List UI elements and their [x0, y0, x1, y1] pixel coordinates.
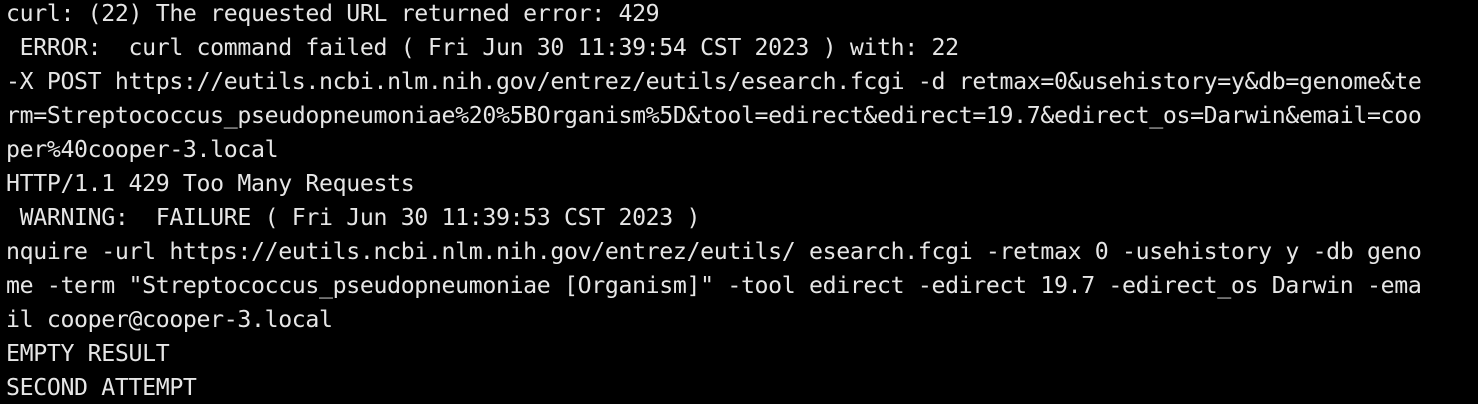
nquire-command-continuation-line: me -term "Streptococcus_pseudopneumoniae…	[6, 272, 1422, 299]
post-request-continuation-line: per%40cooper-3.local	[6, 136, 279, 163]
warning-message-line: WARNING: FAILURE ( Fri Jun 30 11:39:53 C…	[6, 204, 701, 231]
error-message-line: ERROR: curl command failed ( Fri Jun 30 …	[6, 34, 959, 61]
empty-result-line: EMPTY RESULT	[6, 340, 170, 367]
post-request-continuation-line: rm=Streptococcus_pseudopneumoniae%20%5BO…	[6, 102, 1422, 129]
nquire-command-continuation-line: il cooper@cooper-3.local	[6, 306, 333, 333]
nquire-command-line: nquire -url https://eutils.ncbi.nlm.nih.…	[6, 238, 1422, 265]
second-attempt-line: SECOND ATTEMPT	[6, 374, 197, 401]
post-request-line: -X POST https://eutils.ncbi.nlm.nih.gov/…	[6, 68, 1422, 95]
curl-error-line: curl: (22) The requested URL returned er…	[6, 0, 660, 27]
terminal-window[interactable]: curl: (22) The requested URL returned er…	[0, 0, 1478, 404]
http-status-line: HTTP/1.1 429 Too Many Requests	[6, 170, 415, 197]
terminal-output: curl: (22) The requested URL returned er…	[6, 0, 1478, 404]
